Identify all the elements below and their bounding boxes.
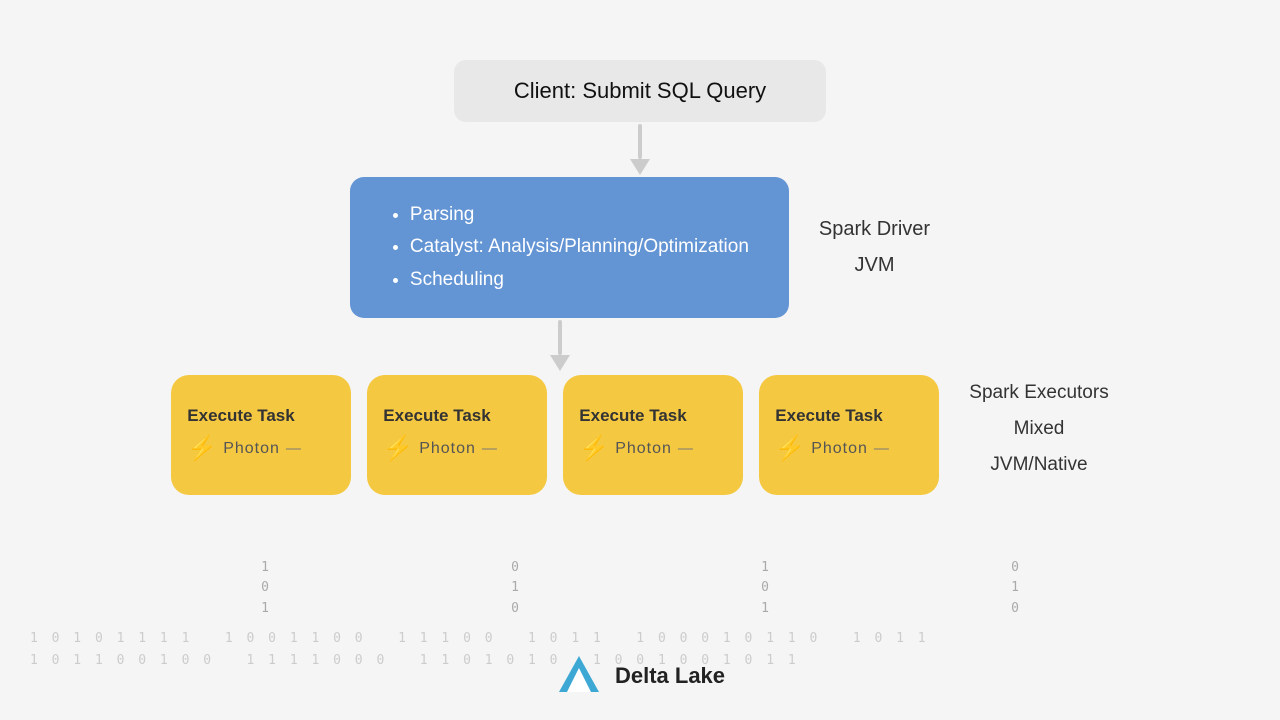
delta-lake-icon [555,652,603,700]
delta-lake: Delta Lake [555,652,725,700]
arrow-1 [630,124,650,175]
arrow-shaft-1 [638,124,642,159]
photon-row-4: ⚡ Photon — [775,434,889,463]
driver-box: Parsing Catalyst: Analysis/Planning/Opti… [350,177,789,318]
executor-title-3: Execute Task [579,406,686,426]
client-box: Client: Submit SQL Query [454,60,826,122]
lightning-icon-2: ⚡ [383,434,413,463]
photon-text-4: Photon [811,440,868,458]
arrow-head-2 [550,355,570,371]
driver-bullet-3: Scheduling [410,264,749,296]
executor-card-4: Execute Task ⚡ Photon — [759,375,939,495]
photon-row-3: ⚡ Photon — [579,434,693,463]
photon-text-3: Photon [615,440,672,458]
photon-row-1: ⚡ Photon — [187,434,301,463]
client-label: Client: Submit SQL Query [514,78,766,103]
driver-label: Spark Driver JVM [819,211,930,283]
driver-bullet-1: Parsing [410,199,749,231]
executor-title-2: Execute Task [383,406,490,426]
lightning-icon-4: ⚡ [775,434,805,463]
photon-text-1: Photon [223,440,280,458]
executor-title-1: Execute Task [187,406,294,426]
driver-bullet-2: Catalyst: Analysis/Planning/Optimization [410,231,749,263]
photon-text-2: Photon [419,440,476,458]
arrow-shaft-2 [558,320,562,355]
executor-card-2: Execute Task ⚡ Photon — [367,375,547,495]
executor-card-3: Execute Task ⚡ Photon — [563,375,743,495]
driver-row: Parsing Catalyst: Analysis/Planning/Opti… [350,177,930,318]
executor-label: Spark Executors Mixed JVM/Native [969,375,1108,483]
photon-dash-2: — [482,440,497,457]
diagram-container: Client: Submit SQL Query Parsing Catalys… [0,0,1280,720]
photon-row-2: ⚡ Photon — [383,434,497,463]
lightning-icon-3: ⚡ [579,434,609,463]
executor-title-4: Execute Task [775,406,882,426]
binary-section: 1 0 1 0 1 1 1 1 1 0 0 1 1 0 0 1 1 1 0 0 … [0,590,1280,720]
delta-lake-text: Delta Lake [615,663,725,689]
photon-dash-3: — [678,440,693,457]
executor-card-1: Execute Task ⚡ Photon — [171,375,351,495]
arrow-head-1 [630,159,650,175]
photon-dash-1: — [286,440,301,457]
arrow-2 [550,320,570,371]
executors-row: Execute Task ⚡ Photon — Execute Task ⚡ P… [171,375,939,495]
lightning-icon-1: ⚡ [187,434,217,463]
executors-section: Execute Task ⚡ Photon — Execute Task ⚡ P… [171,375,1108,495]
photon-dash-4: — [874,440,889,457]
